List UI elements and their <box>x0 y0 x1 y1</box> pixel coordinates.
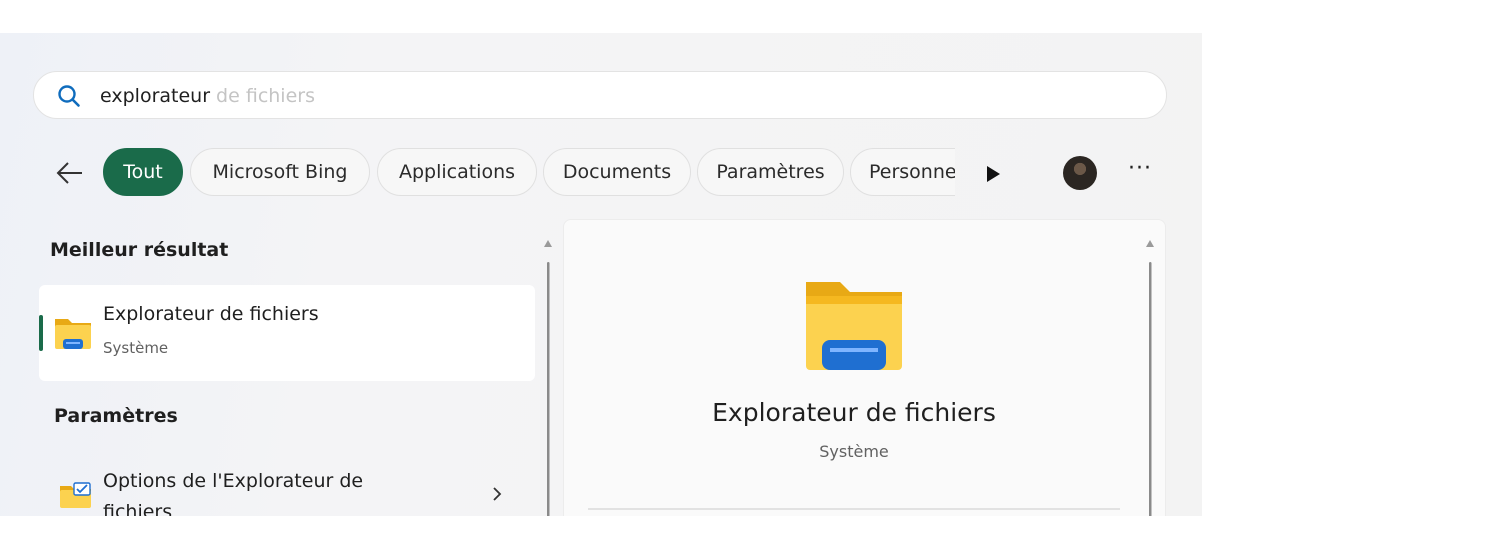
preview-scrollbar[interactable] <box>1143 236 1157 516</box>
list-item[interactable]: Options de l'Explorateur de fichiers <box>39 458 535 516</box>
tab-parametres[interactable]: Paramètres <box>697 148 844 196</box>
more-options-button[interactable]: ··· <box>1124 158 1156 186</box>
search-input[interactable]: explorateur de fichiers <box>100 84 315 108</box>
preview-subtitle: Système <box>819 442 889 461</box>
result-subtitle: Système <box>103 339 169 357</box>
search-box[interactable]: explorateur de fichiers <box>33 71 1167 119</box>
results-scrollbar[interactable] <box>541 236 555 516</box>
tab-microsoft-bing[interactable]: Microsoft Bing <box>190 148 370 196</box>
avatar[interactable] <box>1063 156 1097 190</box>
selection-indicator <box>39 315 43 351</box>
tab-tout[interactable]: Tout <box>103 148 183 196</box>
result-title: Options de l'Explorateur de fichiers <box>103 470 364 516</box>
result-title: Explorateur de fichiers <box>103 303 319 325</box>
search-panel: explorateur de fichiers Tout Microsoft B… <box>0 33 1202 516</box>
search-autocomplete: de fichiers <box>210 85 315 107</box>
file-explorer-folder-icon <box>55 319 91 349</box>
preview-title: Explorateur de fichiers <box>712 398 996 427</box>
back-arrow-icon[interactable] <box>52 155 88 191</box>
chevron-right-icon[interactable] <box>489 484 505 504</box>
filter-tabs: Tout Microsoft Bing Applications Documen… <box>103 148 955 198</box>
tab-documents[interactable]: Documents <box>543 148 691 196</box>
preview-pane: Explorateur de fichiers Système <box>563 219 1166 516</box>
divider <box>588 508 1120 510</box>
search-query: explorateur <box>100 85 211 107</box>
best-result-item[interactable]: Explorateur de fichiers Système <box>39 285 535 381</box>
folder-options-icon <box>60 482 91 508</box>
search-icon <box>58 85 80 107</box>
tab-applications[interactable]: Applications <box>377 148 537 196</box>
play-triangle-icon[interactable] <box>983 162 1003 186</box>
tab-personnes[interactable]: Personnes <box>850 148 955 196</box>
file-explorer-folder-icon <box>806 282 902 370</box>
settings-heading: Paramètres <box>54 405 178 427</box>
best-result-heading: Meilleur résultat <box>50 239 229 261</box>
